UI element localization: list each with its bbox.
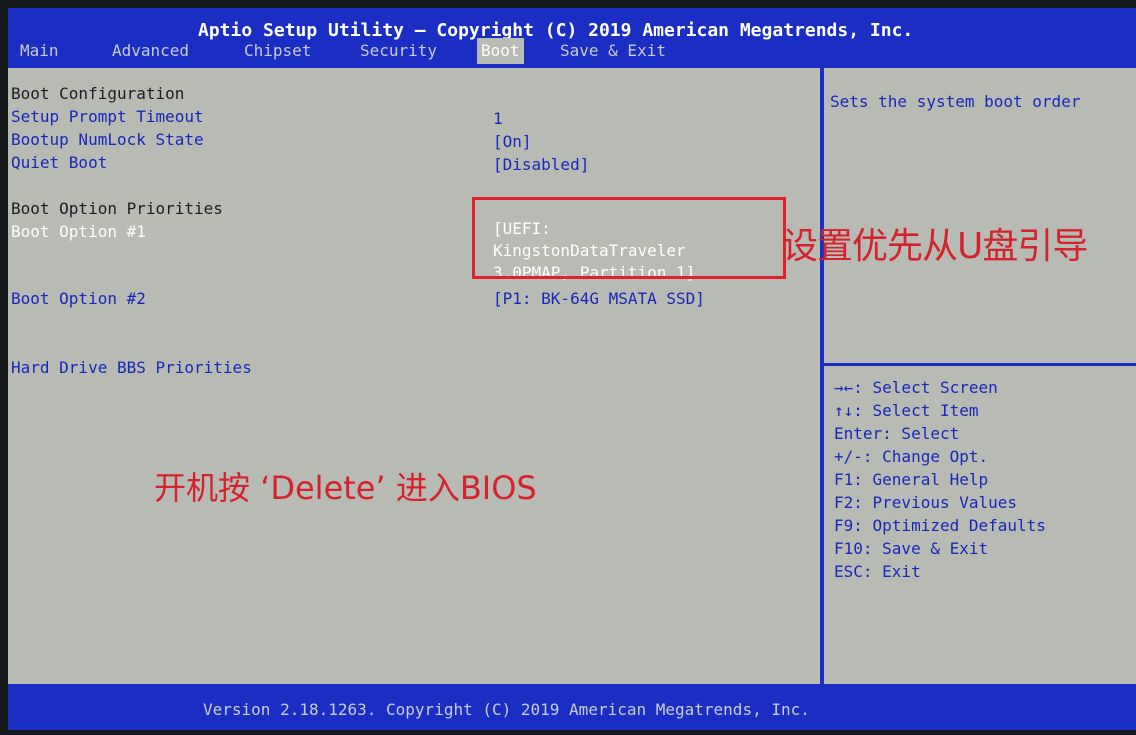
key-hint: ↑↓: Select Item — [834, 401, 979, 420]
bios-screen: Aptio Setup Utility – Copyright (C) 2019… — [8, 8, 1136, 730]
version-text: Version 2.18.1263. Copyright (C) 2019 Am… — [203, 700, 810, 719]
tab-save-exit[interactable]: Save & Exit — [560, 38, 666, 64]
header-bar: Aptio Setup Utility – Copyright (C) 2019… — [8, 8, 1136, 68]
annotation-press-delete: 开机按 ‘Delete’ 进入BIOS — [154, 469, 537, 507]
quiet-boot-label[interactable]: Quiet Boot — [11, 153, 107, 172]
setup-prompt-timeout-label[interactable]: Setup Prompt Timeout — [11, 107, 204, 126]
annotation-usb-first: 设置优先从U盘引导 — [782, 226, 1088, 267]
key-hint: F2: Previous Values — [834, 493, 1018, 512]
highlight-box — [472, 197, 786, 279]
key-hint: F10: Save & Exit — [834, 539, 989, 558]
key-hint: Enter: Select — [834, 424, 960, 443]
boot-option-2-value: [P1: BK-64G MSATA SSD] — [493, 289, 705, 308]
footer-bar: Version 2.18.1263. Copyright (C) 2019 Am… — [8, 684, 1136, 730]
boot-option-2-label[interactable]: Boot Option #2 — [11, 289, 146, 308]
tab-advanced[interactable]: Advanced — [112, 38, 189, 64]
key-hint: ESC: Exit — [834, 562, 921, 581]
help-description: Sets the system boot order — [830, 92, 1081, 111]
tab-chipset[interactable]: Chipset — [244, 38, 311, 64]
tab-security[interactable]: Security — [360, 38, 437, 64]
boot-configuration-heading: Boot Configuration — [11, 84, 185, 103]
boot-option-priorities-heading: Boot Option Priorities — [11, 199, 223, 218]
boot-option-1-label[interactable]: Boot Option #1 — [11, 222, 146, 241]
tab-boot[interactable]: Boot — [477, 38, 524, 64]
key-hint: F9: Optimized Defaults — [834, 516, 1046, 535]
key-hint: F1: General Help — [834, 470, 989, 489]
bootup-numlock-value: [On] — [493, 132, 532, 151]
quiet-boot-value: [Disabled] — [493, 155, 590, 174]
help-divider — [824, 363, 1136, 366]
bootup-numlock-label[interactable]: Bootup NumLock State — [11, 130, 204, 149]
setup-prompt-timeout-value: 1 — [493, 109, 503, 128]
key-legend: →←: Select Screen ↑↓: Select Item Enter:… — [834, 376, 1046, 583]
hard-drive-bbs-priorities[interactable]: Hard Drive BBS Priorities — [11, 358, 252, 377]
key-hint: →←: Select Screen — [834, 378, 998, 397]
tab-main[interactable]: Main — [20, 38, 59, 64]
panel-divider — [820, 68, 824, 684]
key-hint: +/-: Change Opt. — [834, 447, 989, 466]
